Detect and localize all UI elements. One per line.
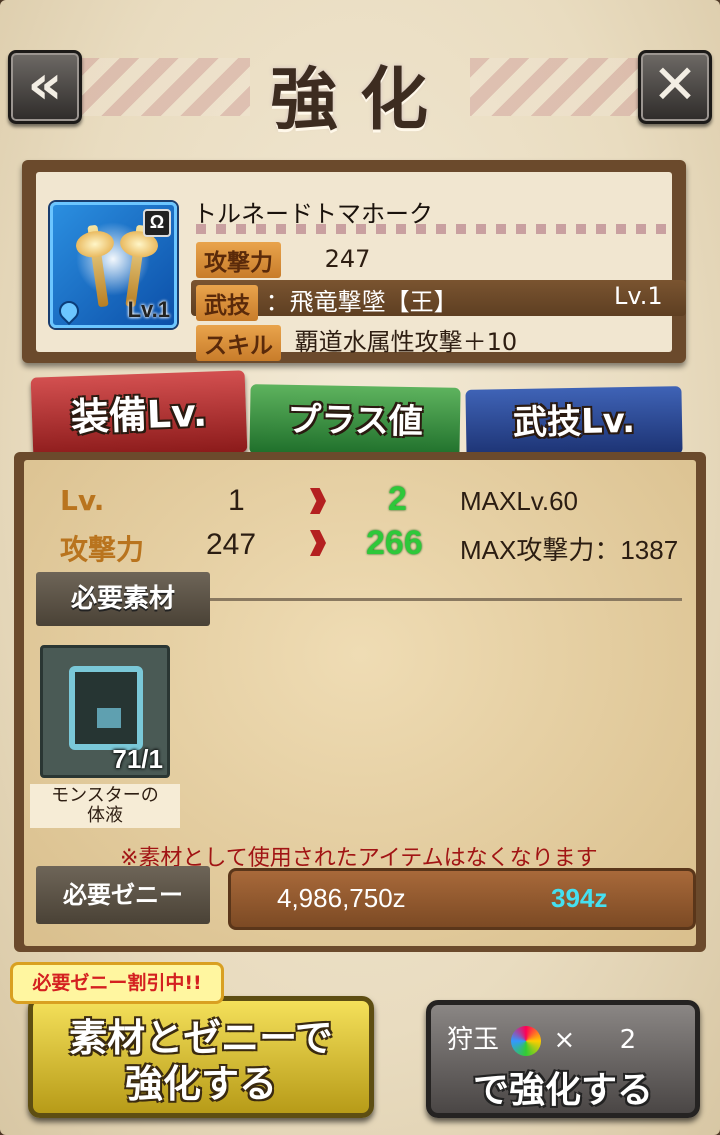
upgrade-with-materials-button[interactable]: 素材とゼニーで 強化する — [28, 996, 374, 1118]
weapon-card: Ω Lv.1 トルネードトマホーク 攻撃力 247 武技 ：飛竜撃墜【王】 Lv… — [22, 160, 686, 363]
material-count: 71/1 — [112, 744, 163, 774]
zeny-bar: 4,986,750z 394z — [228, 868, 696, 930]
materials-header: 必要素材 — [36, 572, 210, 626]
close-icon: ✕ — [652, 53, 698, 116]
back-button[interactable]: « — [8, 50, 82, 124]
attack-next: 266 — [366, 524, 423, 562]
page-title: 強化 — [269, 60, 450, 140]
water-element-icon — [54, 296, 84, 326]
monster-fluid-icon — [69, 666, 143, 750]
material-item[interactable]: 71/1 — [40, 645, 170, 778]
attack-stat-label: 攻撃力 — [60, 533, 145, 566]
level-max: MAXLv.60 — [460, 486, 579, 516]
close-button[interactable]: ✕ — [638, 50, 712, 124]
attack-current: 247 — [206, 528, 257, 561]
zeny-owned: 394z — [551, 883, 608, 913]
divider — [210, 598, 682, 601]
art-row: 武技 ：飛竜撃墜【王】 — [196, 282, 458, 321]
weapon-level-badge: Lv.1 — [127, 297, 170, 322]
zeny-cost: 4,986,750z — [277, 883, 406, 913]
attack-max: MAX攻撃力：1387 — [460, 535, 679, 565]
zeny-header: 必要ゼニー — [36, 866, 210, 924]
tab-plus-value[interactable]: プラス値 — [249, 384, 461, 458]
tab-art-level[interactable]: 武技Lv. — [465, 386, 683, 458]
skill-label: スキル — [196, 325, 281, 361]
skill-value: 覇道水属性攻撃＋10 — [294, 328, 518, 356]
hunt-orb-icon — [511, 1025, 542, 1056]
art-level: Lv.1 — [614, 282, 663, 310]
weapon-icon[interactable]: Ω Lv.1 — [50, 202, 177, 328]
element-slot-icon: Ω — [143, 209, 171, 237]
back-arrow-icon: « — [27, 53, 63, 116]
weapon-name: トルネードトマホーク — [193, 200, 433, 228]
material-name: モンスターの 体液 — [30, 784, 180, 828]
attack-row: 攻撃力 247 — [196, 242, 371, 278]
sale-badge: 必要ゼニー割引中!! — [10, 962, 224, 1004]
upgrade-with-hunt-orb-button[interactable]: 狩玉 × 2 で強化する — [426, 1000, 700, 1118]
level-label: Lv. — [60, 484, 105, 517]
hunt-orb-label: で強化する — [472, 1070, 653, 1111]
level-current: 1 — [228, 484, 245, 517]
skill-row: スキル 覇道水属性攻撃＋10 — [196, 322, 518, 361]
hunt-orb-row: 狩玉 × 2 — [447, 1025, 637, 1056]
tab-equip-level[interactable]: 装備Lv. — [30, 370, 248, 460]
attack-label: 攻撃力 — [196, 242, 281, 278]
level-next: 2 — [388, 480, 407, 518]
art-value: ：飛竜撃墜【王】 — [265, 288, 458, 316]
art-label: 武技 — [196, 285, 258, 321]
divider — [196, 224, 676, 234]
tab-bar: 装備Lv. プラス値 武技Lv. — [0, 370, 720, 460]
attack-value: 247 — [324, 245, 371, 273]
